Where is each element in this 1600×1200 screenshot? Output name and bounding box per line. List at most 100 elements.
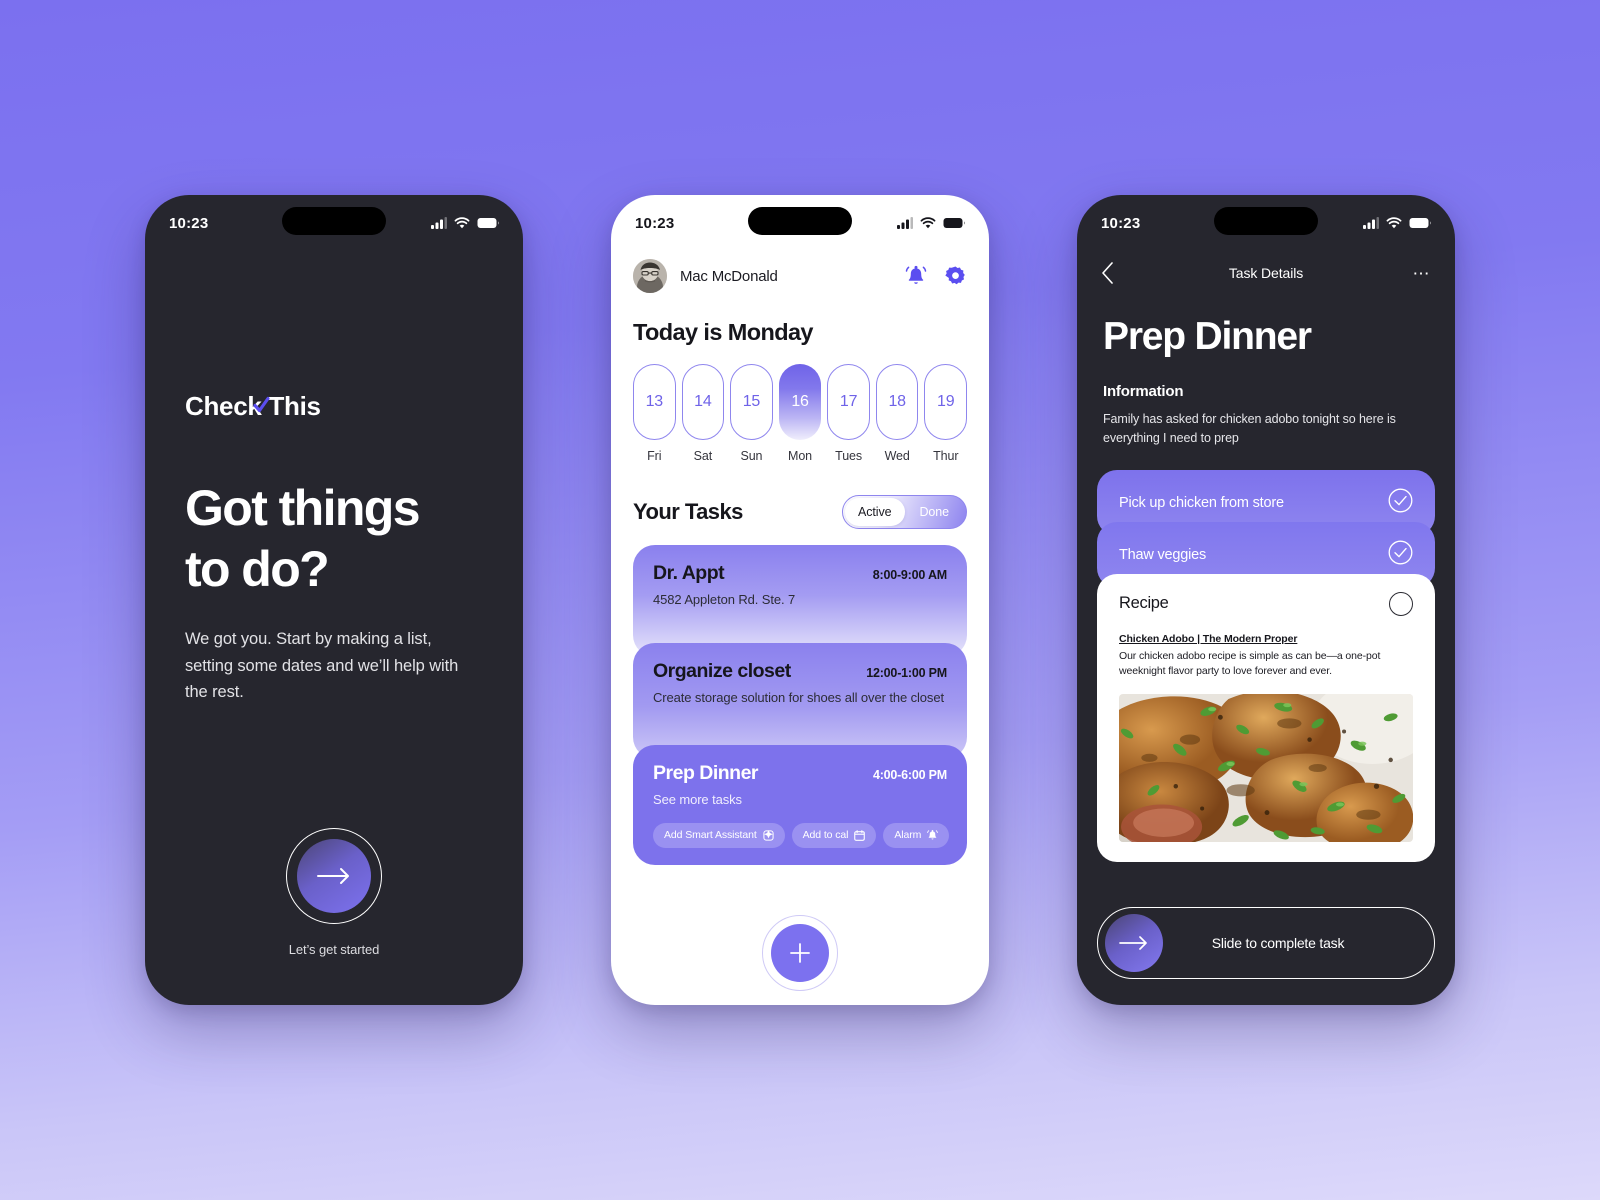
recipe-photo-illustration <box>1119 694 1413 842</box>
user-row: Mac McDonald <box>633 259 967 293</box>
phone-home: 10:23 Mac McDonald Today is Monday 13 Fr… <box>611 195 989 1005</box>
checkmark-icon <box>253 396 270 413</box>
status-time: 10:23 <box>635 214 675 232</box>
date-item[interactable]: 15 Sun <box>730 364 773 463</box>
nav-bar: Task Details ⋯ <box>1077 251 1455 295</box>
date-weekday: Tues <box>835 449 863 463</box>
date-item-selected[interactable]: 16 Mon <box>778 364 822 463</box>
status-bar: 10:23 <box>611 195 989 251</box>
add-task-button[interactable] <box>771 924 829 982</box>
app-logo: Check This <box>185 391 321 422</box>
subtask-list: Pick up chicken from store Thaw veggies <box>1077 469 1455 588</box>
task-subtitle: 4582 Appleton Rd. Ste. 7 <box>653 592 796 607</box>
chip-alarm[interactable]: Alarm <box>883 822 950 848</box>
subtask-label: Thaw veggies <box>1119 546 1207 563</box>
dynamic-island <box>1214 207 1318 235</box>
chip-label: Alarm <box>894 829 922 842</box>
headline-line-2: to do? <box>185 541 330 597</box>
gear-icon[interactable] <box>944 265 967 288</box>
wifi-icon <box>920 217 936 229</box>
filter-active-tab[interactable]: Active <box>845 498 905 526</box>
chicken-adobo-photo <box>1119 694 1413 842</box>
check-circle-icon[interactable] <box>1388 540 1413 570</box>
check-circle-icon[interactable] <box>1388 488 1413 518</box>
filter-done-tab[interactable]: Done <box>905 498 965 526</box>
header-actions <box>905 264 967 288</box>
date-item[interactable]: 14 Sat <box>681 364 725 463</box>
cellular-signal-icon <box>431 217 447 229</box>
headline-line-1: Got things <box>185 480 421 536</box>
battery-icon <box>477 218 499 228</box>
task-list: Dr. Appt 8:00-9:00 AM 4582 Appleton Rd. … <box>633 545 967 865</box>
ellipsis-icon[interactable]: ⋯ <box>1413 265 1432 282</box>
task-card-top: Organize closet 12:00-1:00 PM <box>653 660 947 683</box>
recipe-link[interactable]: Chicken Adobo | The Modern Proper <box>1119 633 1297 645</box>
wifi-icon <box>1386 217 1402 229</box>
empty-circle-icon[interactable] <box>1389 591 1413 616</box>
slide-to-complete-track[interactable]: Slide to complete task <box>1097 907 1435 979</box>
bell-icon <box>927 830 939 840</box>
status-icons <box>1363 217 1431 229</box>
phone-task-details: 10:23 Task Details ⋯ Prep Dinner Informa… <box>1077 195 1455 1005</box>
date-number: 17 <box>827 364 870 440</box>
slide-to-complete-label: Slide to complete task <box>1211 935 1345 951</box>
slide-to-complete-knob[interactable] <box>1105 914 1163 972</box>
task-time: 12:00-1:00 PM <box>866 666 947 680</box>
recipe-title: Recipe <box>1119 594 1169 612</box>
recipe-description: Our chicken adobo recipe is simple as ca… <box>1119 649 1381 678</box>
task-action-chips: Add Smart Assistant Add to cal Alarm <box>653 822 950 848</box>
cellular-signal-icon <box>1363 217 1379 229</box>
task-details-content: Task Details ⋯ Prep Dinner Information F… <box>1077 251 1455 1005</box>
home-content: Mac McDonald Today is Monday 13 Fri 14 S… <box>611 259 989 1005</box>
get-started-area: Let’s get started <box>145 828 523 957</box>
date-item[interactable]: 18 Wed <box>875 364 919 463</box>
task-title: Organize closet <box>653 660 791 682</box>
task-card-dr-appt[interactable]: Dr. Appt 8:00-9:00 AM 4582 Appleton Rd. … <box>633 545 967 657</box>
task-time: 4:00-6:00 PM <box>872 768 947 782</box>
task-time: 8:00-9:00 AM <box>872 568 947 582</box>
dynamic-island <box>748 207 852 235</box>
task-subtitle: See more tasks <box>653 792 742 807</box>
bell-icon[interactable] <box>905 264 927 288</box>
check-circle-glyph <box>1388 540 1413 564</box>
avatar[interactable] <box>633 259 667 293</box>
page-title: Got things to do? <box>185 478 483 600</box>
wifi-icon <box>454 217 470 229</box>
task-filter-toggle[interactable]: Active Done <box>842 495 967 529</box>
check-circle-glyph <box>1388 488 1413 512</box>
status-bar: 10:23 <box>145 195 523 251</box>
dynamic-island <box>282 207 386 235</box>
date-item[interactable]: 13 Fri <box>633 364 676 463</box>
plus-icon <box>790 943 810 963</box>
tasks-header: Your Tasks Active Done <box>633 495 967 529</box>
date-item[interactable]: 17 Tues <box>827 364 870 463</box>
date-weekday: Thur <box>933 449 959 463</box>
chip-add-smart-assistant[interactable]: Add Smart Assistant <box>653 822 785 848</box>
task-title: Prep Dinner <box>653 762 759 784</box>
battery-icon <box>943 218 965 228</box>
get-started-circle <box>297 839 371 913</box>
cellular-signal-icon <box>897 217 913 229</box>
recipe-card[interactable]: Recipe Chicken Adobo | The Modern Proper… <box>1097 573 1435 862</box>
date-item[interactable]: 19 Thur <box>924 364 968 463</box>
date-weekday: Sun <box>740 449 763 463</box>
status-bar: 10:23 <box>1077 195 1455 251</box>
onboarding-description: We got you. Start by making a list, sett… <box>185 630 459 702</box>
chip-add-to-cal[interactable]: Add to cal <box>791 822 877 848</box>
battery-icon <box>1409 218 1431 228</box>
subtask-label: Pick up chicken from store <box>1119 494 1284 511</box>
task-card-organize-closet[interactable]: Organize closet 12:00-1:00 PM Create sto… <box>633 643 967 759</box>
date-number: 15 <box>730 364 773 440</box>
date-number: 16 <box>778 364 822 440</box>
date-weekday: Wed <box>884 449 910 463</box>
user-avatar <box>633 259 667 293</box>
task-card-top: Prep Dinner 4:00-6:00 PM <box>653 762 947 785</box>
get-started-button[interactable] <box>286 828 382 924</box>
phone-onboarding: 10:23 Check This Got things to do? We go… <box>145 195 523 1005</box>
status-icons <box>897 217 965 229</box>
task-card-prep-dinner[interactable]: Prep Dinner 4:00-6:00 PM See more tasks … <box>633 745 967 865</box>
recipe-card-header: Recipe <box>1119 591 1413 616</box>
add-task-ring <box>762 915 838 991</box>
arrow-right-icon <box>317 868 349 884</box>
phone-mockup-stage: 10:23 Check This Got things to do? We go… <box>0 0 1600 1200</box>
